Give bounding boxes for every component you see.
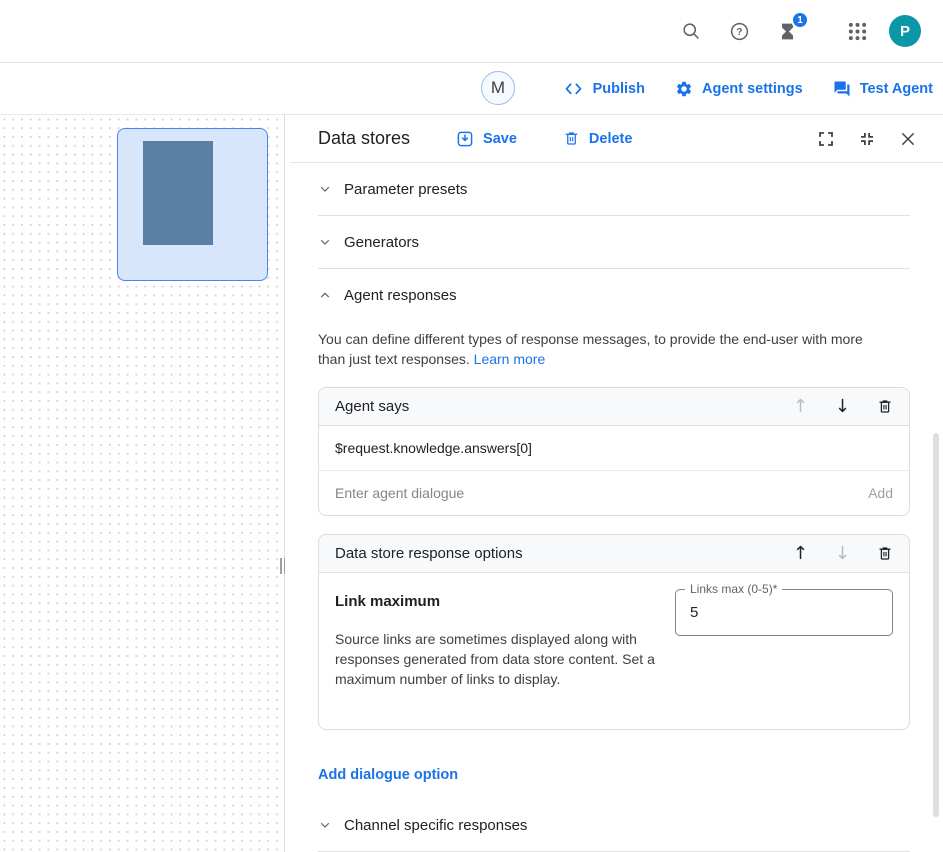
panel-body: Parameter presets Generators Agent respo… [290,163,943,852]
move-up-button[interactable]: ↑ [793,545,808,563]
agent-dialogue-input-row: Add [319,471,909,515]
panel-resize-handle[interactable] [280,558,285,574]
app-bar: ? 1 P [0,0,943,63]
section-channel-specific-responses[interactable]: Channel specific responses [318,799,910,851]
chevron-down-icon [318,818,332,832]
panel-header-icons [817,130,917,148]
close-icon [899,130,917,148]
move-down-button[interactable]: ↓ [835,398,850,416]
card-title: Data store response options [335,545,523,562]
section-label: Generators [344,234,419,251]
panel-header: Data stores Save Delete [290,115,943,163]
apps-grid-icon [848,22,867,41]
section-label: Channel specific responses [344,817,527,834]
trash-icon [877,545,893,562]
flow-canvas[interactable] [0,115,285,852]
agent-dialogue-input[interactable] [335,485,856,501]
section-parameter-presets[interactable]: Parameter presets [318,163,910,215]
agent-responses-description: You can define different types of respon… [318,329,893,369]
flow-node[interactable] [117,128,268,281]
chevron-down-icon [318,182,332,196]
flow-node-preview [143,141,213,245]
card-tools: ↑ ↓ [793,545,893,563]
delete-card-button[interactable] [877,545,893,562]
move-up-button: ↑ [793,398,808,416]
save-button[interactable]: Save [456,130,517,148]
chevron-up-icon [318,288,332,302]
apps-grid-button[interactable] [833,7,881,55]
expand-panel-button[interactable] [817,130,835,148]
trash-icon [877,398,893,415]
section-label: Agent responses [344,287,457,304]
move-down-button: ↓ [835,545,850,563]
search-button[interactable] [667,7,715,55]
description-text: You can define different types of respon… [318,331,863,367]
search-icon [681,21,701,41]
pending-changes-button[interactable]: 1 [763,7,811,55]
learn-more-link[interactable]: Learn more [474,351,546,367]
svg-text:?: ? [736,27,742,38]
agent-dialogue-value[interactable]: $request.knowledge.answers[0] [319,426,909,471]
panel-title: Data stores [318,128,410,149]
section-label: Parameter presets [344,181,467,198]
links-max-field: Links max (0-5)* [675,589,893,636]
links-max-input[interactable] [676,590,892,635]
toolbar-actions: Publish Agent settings Test Agent [563,63,933,114]
fullscreen-exit-icon [858,130,876,148]
card-title: Agent says [335,398,409,415]
help-icon: ? [729,21,750,42]
save-icon [456,130,474,148]
section-generators[interactable]: Generators [318,216,910,268]
account-avatar[interactable]: P [881,7,929,55]
agent-settings-label: Agent settings [702,81,803,97]
delete-button[interactable]: Delete [563,130,633,147]
data-store-options-card: Data store response options ↑ ↓ [318,534,910,730]
agent-says-card: Agent says ↑ ↓ $request.knowledge.answer… [318,387,910,516]
notification-badge: 1 [791,11,809,29]
publish-button[interactable]: Publish [563,80,645,98]
agent-settings-button[interactable]: Agent settings [675,80,803,98]
save-label: Save [483,131,517,147]
data-store-options-body: Link maximum Source links are sometimes … [319,573,909,729]
chat-icon [833,80,851,98]
links-max-label: Links max (0-5)* [685,582,782,596]
test-agent-label: Test Agent [860,81,933,97]
card-tools: ↑ ↓ [793,398,893,416]
data-store-options-card-header: Data store response options ↑ ↓ [319,535,909,573]
add-button[interactable]: Add [868,485,893,501]
avatar-initial: P [889,15,921,47]
link-maximum-description: Source links are sometimes displayed alo… [335,629,675,689]
data-stores-panel: Data stores Save Delete [290,115,943,852]
fullscreen-icon [817,130,835,148]
section-agent-responses[interactable]: Agent responses [318,269,910,321]
publish-label: Publish [593,81,645,97]
delete-icon [563,130,580,147]
close-panel-button[interactable] [899,130,917,148]
collapse-panel-button[interactable] [858,130,876,148]
chevron-down-icon [318,235,332,249]
delete-card-button[interactable] [877,398,893,415]
code-icon [563,80,584,98]
agent-toolbar: M Publish Agent settings Test Agent [0,63,943,115]
agent-says-card-header: Agent says ↑ ↓ [319,388,909,426]
add-dialogue-option-link[interactable]: Add dialogue option [318,767,910,783]
panel-scrollbar[interactable] [933,433,939,817]
delete-label: Delete [589,131,633,147]
help-button[interactable]: ? [715,7,763,55]
gear-icon [675,80,693,98]
agent-avatar[interactable]: M [481,71,515,105]
test-agent-button[interactable]: Test Agent [833,80,933,98]
